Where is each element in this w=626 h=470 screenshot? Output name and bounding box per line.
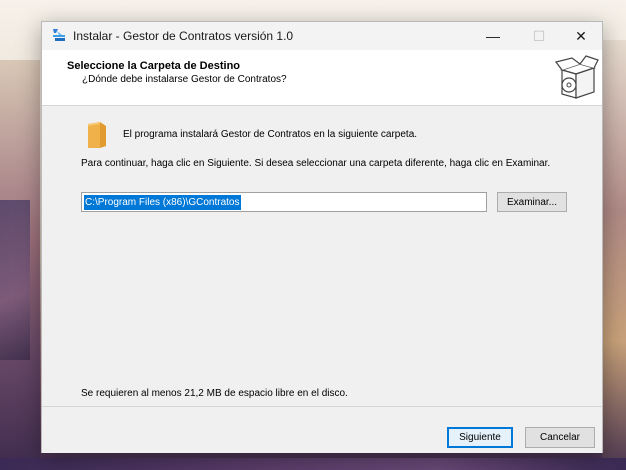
- wallpaper-left-accent: [0, 200, 30, 360]
- page-subtitle: ¿Dónde debe instalarse Gestor de Contrat…: [82, 74, 287, 85]
- wizard-header: Seleccione la Carpeta de Destino ¿Dónde …: [42, 50, 602, 106]
- title-bar[interactable]: Instalar - Gestor de Contratos versión 1…: [42, 22, 602, 50]
- continue-instructions: Para continuar, haga clic en Siguiente. …: [81, 158, 551, 169]
- destination-path-value: C:\Program Files (x86)\GContratos: [84, 194, 241, 210]
- install-location-message: El programa instalará Gestor de Contrato…: [123, 129, 418, 140]
- next-button[interactable]: Siguiente: [447, 427, 513, 448]
- setup-box-icon: [554, 55, 599, 99]
- disk-space-message: Se requieren al menos 21,2 MB de espacio…: [81, 388, 348, 399]
- cancel-button[interactable]: Cancelar: [525, 427, 595, 448]
- wallpaper-right: [602, 40, 626, 470]
- maximize-button[interactable]: ☐: [516, 22, 562, 50]
- destination-path-input[interactable]: C:\Program Files (x86)\GContratos: [81, 192, 487, 212]
- installer-window: Instalar - Gestor de Contratos versión 1…: [41, 21, 603, 453]
- page-title: Seleccione la Carpeta de Destino: [67, 60, 241, 72]
- close-button[interactable]: ✕: [558, 22, 604, 50]
- wizard-footer: Siguiente Cancelar: [42, 406, 602, 453]
- browse-button[interactable]: Examinar...: [497, 192, 567, 212]
- folder-icon: [88, 122, 106, 148]
- minimize-button[interactable]: —: [470, 22, 516, 50]
- window-title: Instalar - Gestor de Contratos versión 1…: [73, 29, 294, 43]
- installer-icon: [53, 29, 65, 41]
- wallpaper-bottom: [0, 458, 626, 470]
- wizard-body: El programa instalará Gestor de Contrato…: [42, 106, 602, 406]
